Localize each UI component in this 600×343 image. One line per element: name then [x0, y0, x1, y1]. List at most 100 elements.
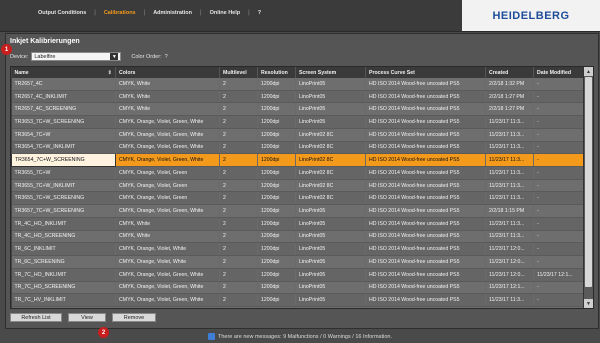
- calibrations-table: Name ⇕ Colors Multilevel Resolution Scree…: [10, 66, 594, 309]
- table-cell: 11/23/17 12:0...: [485, 268, 534, 282]
- table-cell: HD ISO 2014 Wood-free uncoated PS5: [365, 191, 486, 206]
- table-cell: TR2657_4C_INKLIMIT: [11, 90, 116, 104]
- table-cell: 1200dpi: [257, 230, 296, 244]
- table-cell: 2: [219, 230, 258, 244]
- scroll-up-icon[interactable]: ▲: [584, 67, 593, 76]
- table-cell: LinoPrint02 8C: [295, 141, 366, 155]
- scroll-down-icon[interactable]: ▼: [584, 299, 593, 308]
- column-header-resolution[interactable]: Resolution: [257, 67, 296, 78]
- table-row[interactable]: TR_7C_HV_INKLIMIT CMYK, Orange, Violet, G…: [11, 293, 584, 307]
- table-cell: HD ISO 2014 Wood-free uncoated PS5: [365, 90, 486, 104]
- table-cell: 1200dpi: [257, 90, 296, 104]
- table-cell: 2: [219, 115, 258, 129]
- table-cell: 11/23/17 11:3...: [485, 230, 534, 244]
- sort-icon[interactable]: ⇕: [108, 70, 112, 76]
- table-cell: CMYK, Orange, Violet, Green, White: [115, 204, 220, 218]
- nav-administration[interactable]: Administration: [145, 10, 200, 16]
- table-cell: 1200dpi: [257, 78, 296, 91]
- table-row[interactable]: TR_6C_INKLIMIT CMYK, Orange, Violet, Whit…: [11, 242, 584, 257]
- table-cell: LinoPrint05: [295, 90, 366, 104]
- table-cell: 1200dpi: [257, 204, 296, 218]
- table-row[interactable]: TR3655_7C+W_SCREENING CMYK, Orange, Viole…: [11, 191, 584, 206]
- table-cell: LinoPrint05: [295, 78, 366, 91]
- table-row[interactable]: TR3654_7C+W_INKLIMIT CMYK, Orange, Violet…: [11, 141, 584, 155]
- table-cell: CMYK, Orange, Violet, Green, White: [115, 306, 220, 308]
- table-row[interactable]: TR3654_7C+W CMYK, Orange, Violet, Green, …: [11, 128, 584, 142]
- table-cell: LinoPrint02 8C: [295, 153, 366, 168]
- nav-calibrations[interactable]: Calibrations: [96, 10, 144, 16]
- table-cell: 2: [219, 78, 258, 91]
- device-label: Device:: [10, 53, 29, 60]
- table-cell: -: [533, 166, 584, 180]
- table-row[interactable]: TR3654_7C+W_SCREENING CMYK, Orange, Viole…: [11, 153, 584, 168]
- remove-button[interactable]: Remove: [112, 313, 156, 322]
- refresh-list-button[interactable]: Refresh List: [10, 313, 62, 322]
- table-cell: 2: [219, 90, 258, 104]
- nav-output-conditions[interactable]: Output Conditions: [30, 10, 94, 16]
- table-row[interactable]: TR3657_7C+W_SCREENING CMYK, Orange, Viole…: [11, 204, 584, 218]
- color-order-help[interactable]: ?: [165, 54, 168, 60]
- table-cell: -: [533, 191, 584, 206]
- view-button[interactable]: View: [68, 313, 106, 322]
- nav-online-help[interactable]: Online Help: [202, 10, 249, 16]
- device-select-value: Labelfire: [34, 53, 56, 60]
- table-row[interactable]: TR_7C_HO_INKLIMIT CMYK, Orange, Violet, G…: [11, 268, 584, 282]
- table-cell: 11/23/17 11:3...: [485, 179, 534, 193]
- table-cell: HD ISO 2014 Wood-free uncoated PS5: [365, 102, 486, 117]
- table-cell: 2/2/18 1:32 PM: [485, 78, 534, 91]
- table-cell: CMYK, Orange, Violet, Green, White: [115, 128, 220, 142]
- table-cell: LinoPrint05: [295, 268, 366, 282]
- table-cell: 2/2/18 1:15 PM: [485, 204, 534, 218]
- column-header-created[interactable]: Created: [485, 67, 534, 78]
- table-row[interactable]: TR_4C_HO_INKLIMIT CMYK, White 2 1200dpi Lino…: [11, 217, 584, 231]
- table-row[interactable]: TR_7C_HO_SCREENING CMYK, Orange, Violet, …: [11, 281, 584, 295]
- table-cell: 2: [219, 217, 258, 231]
- table-cell: HD ISO 2014 Wood-free uncoated PS5: [365, 78, 486, 91]
- table-row[interactable]: TR3655_7C+W CMYK, Orange, Violet, Green 2 1…: [11, 166, 584, 180]
- table-cell: CMYK, White: [115, 90, 220, 104]
- table-cell: -: [533, 306, 584, 308]
- nav-help-question[interactable]: ?: [250, 10, 269, 16]
- table-cell: 2: [219, 128, 258, 142]
- device-row: Device: Labelfire ▼ Color Order: ?: [10, 52, 168, 61]
- table-cell: HD ISO 2014 Wood-free uncoated PS5: [365, 281, 486, 295]
- table-cell: CMYK, Orange, Violet, White: [115, 242, 220, 257]
- table-row[interactable]: TR_7C_HV_SCREENINGCMYK, Orange, Violet, …: [11, 306, 584, 308]
- chevron-down-icon[interactable]: ▼: [110, 53, 119, 60]
- table-header-row: Name ⇕ Colors Multilevel Resolution Scree…: [11, 67, 584, 78]
- table-cell: LinoPrint05: [295, 255, 366, 269]
- table-cell: TR_7C_HO_SCREENING: [11, 281, 116, 295]
- table-cell: TR_7C_HO_INKLIMIT: [11, 268, 116, 282]
- table-row[interactable]: TR3655_7C+W_INKLIMIT CMYK, Orange, Violet…: [11, 179, 584, 193]
- column-header-name[interactable]: Name ⇕: [11, 67, 116, 78]
- table-row[interactable]: TR_6C_SCREENING CMYK, Orange, Violet, Whi…: [11, 255, 584, 269]
- table-row[interactable]: TR2657_4C CMYK, White 2 1200dpi LinoPrint05 H…: [11, 78, 584, 91]
- table-cell: 1200dpi: [257, 281, 296, 295]
- table-row[interactable]: TR2657_4C_SCREENING CMYK, White 2 1200dpi Li…: [11, 102, 584, 117]
- table-cell: 2: [219, 306, 258, 308]
- vertical-scrollbar[interactable]: ▲ ▼: [583, 67, 593, 308]
- table-cell: LinoPrint02 8C: [295, 191, 366, 206]
- column-header-colors[interactable]: Colors: [115, 67, 220, 78]
- table-cell: LinoPrint05: [295, 102, 366, 117]
- status-message[interactable]: There are new messages: 9 Malfunctions /…: [218, 334, 392, 340]
- table-cell: 2: [219, 179, 258, 193]
- column-header-process-curve-set[interactable]: Process Curve Set: [365, 67, 486, 78]
- table-cell: CMYK, Orange, Violet, Green: [115, 191, 220, 206]
- table-cell: -: [533, 102, 584, 117]
- message-icon[interactable]: [207, 333, 215, 340]
- table-cell: HD ISO 2014 Wood-free uncoated PS5: [365, 128, 486, 142]
- column-header-date-modified[interactable]: Date Modified: [533, 67, 584, 78]
- table-cell: CMYK, Orange, Violet, Green, White: [115, 141, 220, 155]
- column-header-multilevel[interactable]: Multilevel: [219, 67, 258, 78]
- table-cell: HD ISO 2014 Wood-free uncoated PS5: [365, 141, 486, 155]
- table-row[interactable]: TR_4C_HO_SCREENING CMYK, White 2 1200dpi Lin…: [11, 230, 584, 244]
- scrollbar-thumb[interactable]: [585, 77, 592, 287]
- table-cell: TR3655_7C+W: [11, 166, 116, 180]
- table-cell: TR3653_7C+W_SCREENING: [11, 115, 116, 129]
- column-header-screen-system[interactable]: Screen System: [295, 67, 366, 78]
- table-row[interactable]: TR2657_4C_INKLIMIT CMYK, White 2 1200dpi Lin…: [11, 90, 584, 104]
- table-cell: CMYK, White: [115, 78, 220, 91]
- table-row[interactable]: TR3653_7C+W_SCREENING CMYK, Orange, Viole…: [11, 115, 584, 129]
- device-select[interactable]: Labelfire ▼: [31, 52, 122, 61]
